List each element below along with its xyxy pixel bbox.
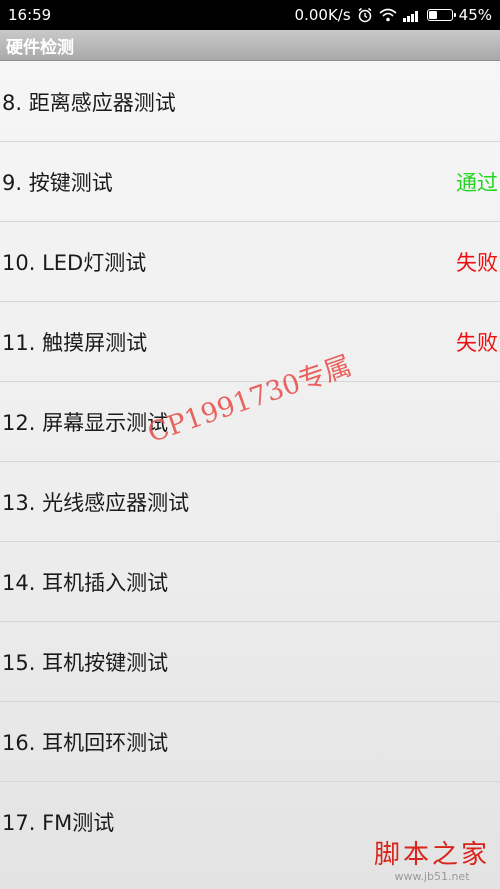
test-item-light-sensor[interactable]: 13. 光线感应器测试 <box>0 462 500 542</box>
test-item-touchscreen[interactable]: 11. 触摸屏测试 失败 <box>0 302 500 382</box>
test-item-keys[interactable]: 9. 按键测试 通过 <box>0 142 500 222</box>
test-item-headset-loopback[interactable]: 16. 耳机回环测试 <box>0 702 500 782</box>
test-result-fail: 失败 <box>456 330 498 355</box>
test-item-headset-keys[interactable]: 15. 耳机按键测试 <box>0 622 500 702</box>
test-result-pass: 通过 <box>456 170 498 195</box>
test-item-headset-insert[interactable]: 14. 耳机插入测试 <box>0 542 500 622</box>
test-item-screen-display[interactable]: 12. 屏幕显示测试 <box>0 382 500 462</box>
battery-percent: 45% <box>458 6 492 24</box>
signal-icon <box>402 9 421 22</box>
test-label: 15. 耳机按键测试 <box>2 650 169 675</box>
test-label: 12. 屏幕显示测试 <box>2 410 169 435</box>
test-label: 8. 距离感应器测试 <box>2 90 176 115</box>
battery-icon <box>426 9 456 21</box>
test-label: 10. LED灯测试 <box>2 250 147 275</box>
site-logo-url: www.jb51.net <box>394 870 470 883</box>
alarm-icon <box>357 7 373 23</box>
page-title: 硬件检测 <box>6 37 74 58</box>
status-icons: 0.00K/s 45% <box>295 6 492 24</box>
test-item-proximity-sensor[interactable]: 8. 距离感应器测试 <box>0 62 500 142</box>
test-label: 17. FM测试 <box>2 811 115 835</box>
site-logo: 脚本之家 www.jb51.net <box>374 840 490 883</box>
title-bar: 硬件检测 <box>0 30 500 61</box>
test-list: 8. 距离感应器测试 9. 按键测试 通过 10. LED灯测试 失败 11. … <box>0 62 500 862</box>
test-label: 16. 耳机回环测试 <box>2 730 169 755</box>
test-item-led[interactable]: 10. LED灯测试 失败 <box>0 222 500 302</box>
test-label: 11. 触摸屏测试 <box>2 330 148 355</box>
wifi-icon <box>379 8 397 22</box>
network-speed: 0.00K/s <box>294 6 351 24</box>
status-time: 16:59 <box>8 6 52 24</box>
status-bar: 16:59 0.00K/s 45% <box>0 0 500 30</box>
test-result-fail: 失败 <box>456 250 498 275</box>
test-label: 13. 光线感应器测试 <box>2 490 190 515</box>
site-logo-name: 脚本之家 <box>373 840 490 870</box>
test-label: 9. 按键测试 <box>2 170 113 195</box>
test-label: 14. 耳机插入测试 <box>2 570 169 595</box>
